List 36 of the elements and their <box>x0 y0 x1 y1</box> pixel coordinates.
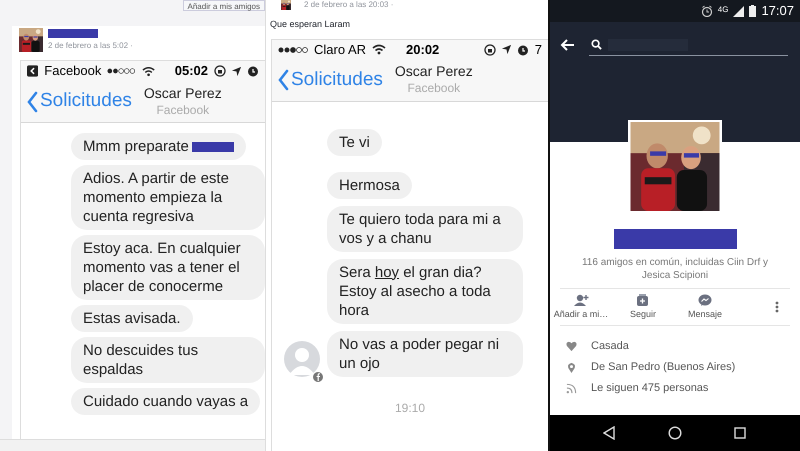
carrier-name: Claro AR <box>314 40 366 59</box>
message-bubble: Te quiero toda para mi a vos y a chanu <box>327 206 523 252</box>
chat-title: Oscar Perez <box>394 63 473 80</box>
post-date: 2 de febrero a las 20:03 · <box>304 0 394 10</box>
message-bubble: Hermosa <box>327 172 412 198</box>
profile-action-button[interactable]: Seguir <box>612 294 674 320</box>
post-date: 2 de febrero a las 5:02 · <box>48 40 133 52</box>
status-time: 20:02 <box>406 40 440 59</box>
message-bubble: Cuidado cuando vayas a <box>71 388 260 415</box>
status-time: 17:07 <box>761 2 794 20</box>
message-bubble: No vas a poder pegar ni un ojo <box>327 330 523 376</box>
message-bubble: Estoy aca. En cualquier momento vas a tener el placer de conocerme <box>71 235 265 300</box>
profile-detail-text: Casada <box>591 338 629 354</box>
status-time: 05:02 <box>174 62 208 80</box>
profile-detail-text: De San Pedro (Buenos Aires) <box>591 360 736 375</box>
message-bubble: No descuides tus espaldas <box>71 337 265 383</box>
message-bubble: Sera hoy el gran dia? Estoy al asecho a toda hora <box>327 258 523 324</box>
message-bubble: Mmm preparate <box>71 133 246 160</box>
message-bubble: Estas avisada. <box>71 305 193 332</box>
mutual-friends-text: 116 amigos en común, incluidas Ciin Drf y Jesica Scipioni <box>580 256 769 282</box>
network-type: 4G <box>718 4 728 16</box>
time-divider: 19:10 <box>394 400 426 416</box>
battery-percent: 7 <box>534 40 542 59</box>
chat-title: Oscar Perez <box>144 84 222 102</box>
back-button[interactable]: Solicitudes <box>272 66 383 94</box>
message-bubble: Adios. A partir de este momento empieza la cuenta regresiva <box>71 165 265 230</box>
app-name: Facebook <box>44 62 102 80</box>
profile-detail-text: Le siguen 475 personas <box>591 380 708 396</box>
profile-action-button[interactable]: Añadir a mi… <box>550 294 612 320</box>
message-bubble: Te vi <box>327 128 382 156</box>
profile-action-button[interactable]: Mensaje <box>674 294 736 320</box>
add-friend-button[interactable]: Añadir a mis amigos <box>182 0 265 11</box>
post-caption: Que esperan Laram <box>269 18 352 31</box>
chat-subtitle: Facebook <box>156 102 210 118</box>
chat-subtitle: Facebook <box>407 80 460 97</box>
back-button[interactable]: Solicitudes <box>21 87 132 116</box>
